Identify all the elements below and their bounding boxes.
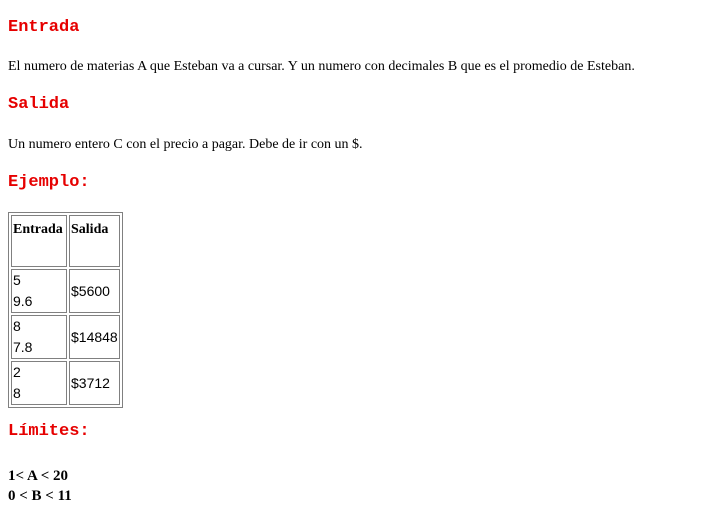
table-header-row: Entrada Salida bbox=[11, 215, 120, 267]
input-value-a: 2 bbox=[13, 364, 21, 380]
input-cell: 5 9.6 bbox=[11, 269, 67, 313]
ejemplo-heading: Ejemplo: bbox=[8, 173, 90, 192]
input-value-b: 9.6 bbox=[13, 293, 33, 309]
table-row: 2 8 $3712 bbox=[11, 361, 120, 405]
salida-heading: Salida bbox=[8, 95, 70, 114]
input-value-a: 5 bbox=[13, 272, 21, 288]
limit-a: 1< A < 20 bbox=[8, 468, 69, 484]
input-cell: 8 7.8 bbox=[11, 315, 67, 359]
entrada-description: El numero de materias A que Esteban va a… bbox=[8, 59, 635, 74]
limit-b: 0 < B < 11 bbox=[8, 488, 72, 504]
table-row: 5 9.6 $5600 bbox=[11, 269, 120, 313]
column-header-salida: Salida bbox=[69, 215, 120, 267]
output-cell: $3712 bbox=[69, 361, 120, 405]
limites-heading: Límites: bbox=[8, 422, 90, 441]
limites-list: 1< A < 20 0 < B < 11 bbox=[8, 466, 72, 506]
output-cell: $5600 bbox=[69, 269, 120, 313]
input-cell: 2 8 bbox=[11, 361, 67, 405]
table-row: 8 7.8 $14848 bbox=[11, 315, 120, 359]
example-table: Entrada Salida 5 9.6 $5600 8 7.8 $14848 … bbox=[8, 212, 123, 408]
output-cell: $14848 bbox=[69, 315, 120, 359]
input-value-a: 8 bbox=[13, 318, 21, 334]
input-value-b: 7.8 bbox=[13, 339, 33, 355]
input-value-b: 8 bbox=[13, 385, 21, 401]
salida-description: Un numero entero C con el precio a pagar… bbox=[8, 137, 363, 152]
entrada-heading: Entrada bbox=[8, 18, 80, 37]
column-header-entrada: Entrada bbox=[11, 215, 67, 267]
